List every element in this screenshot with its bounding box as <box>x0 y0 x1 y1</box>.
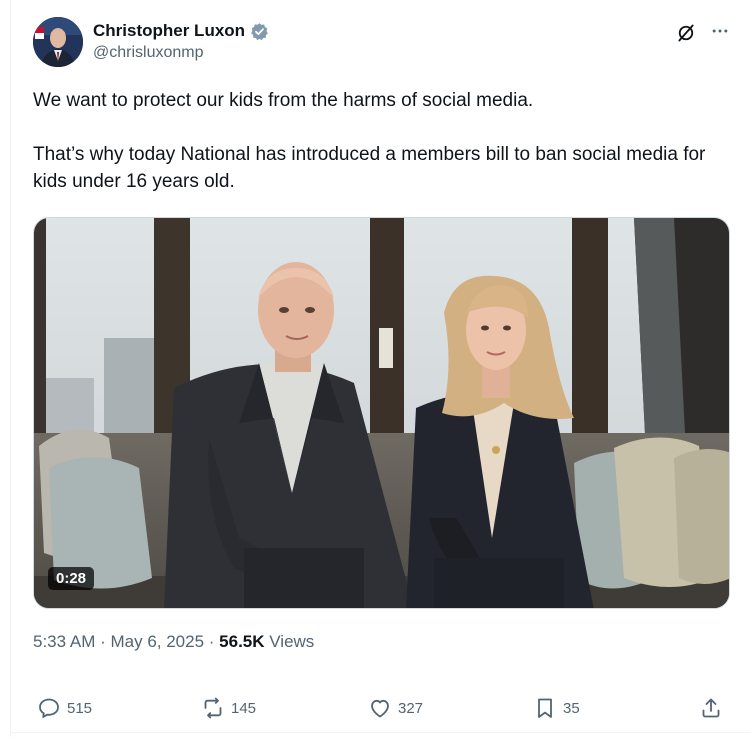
repost-button[interactable]: 145 <box>201 692 256 724</box>
repost-count: 145 <box>231 699 257 717</box>
views-label: Views <box>264 632 315 651</box>
author-display-name[interactable]: Christopher Luxon <box>93 21 245 41</box>
tweet-action-bar: 515 145 327 35 <box>33 692 730 724</box>
like-button[interactable]: 327 <box>368 692 423 724</box>
tweet-time[interactable]: 5:33 AM <box>33 632 95 651</box>
reply-button[interactable]: 515 <box>37 692 92 724</box>
views-count: 56.5K <box>219 632 265 651</box>
share-button[interactable] <box>699 692 723 724</box>
reply-icon <box>39 698 59 718</box>
heart-icon <box>371 699 389 718</box>
like-count: 327 <box>398 699 424 717</box>
author-handle[interactable]: @chrisluxonmp <box>93 44 269 62</box>
timeline-divider <box>10 0 11 737</box>
avatar[interactable] <box>33 17 83 67</box>
tweet-paragraph: That’s why today National has introduced… <box>33 144 706 192</box>
tweet-bottom-divider <box>10 732 750 733</box>
tweet-meta: 5:33 AM · May 6, 2025 · 56.5K Views <box>33 632 314 652</box>
video-thumbnail <box>34 218 729 608</box>
repost-icon <box>204 697 222 719</box>
tweet-top-actions <box>676 21 730 44</box>
video-duration: 0:28 <box>48 567 95 590</box>
bookmark-count: 35 <box>563 699 580 717</box>
tweet-date[interactable]: May 6, 2025 <box>110 632 204 651</box>
video-player[interactable]: 0:28 <box>33 217 730 609</box>
grok-icon[interactable] <box>676 23 696 43</box>
more-icon[interactable] <box>710 21 730 44</box>
bookmark-icon <box>538 698 552 718</box>
bookmark-button[interactable]: 35 <box>533 692 580 724</box>
tweet-text: We want to protect our kids from the har… <box>33 87 733 195</box>
reply-count: 515 <box>67 699 93 717</box>
tweet-header: Christopher Luxon @chrisluxonmp <box>33 17 730 69</box>
verified-badge-icon[interactable] <box>250 22 269 41</box>
share-icon <box>702 698 720 718</box>
tweet-paragraph: We want to protect our kids from the har… <box>33 90 534 111</box>
meta-separator: · <box>95 632 111 651</box>
author-names: Christopher Luxon @chrisluxonmp <box>93 19 269 62</box>
meta-separator: · <box>204 632 220 651</box>
